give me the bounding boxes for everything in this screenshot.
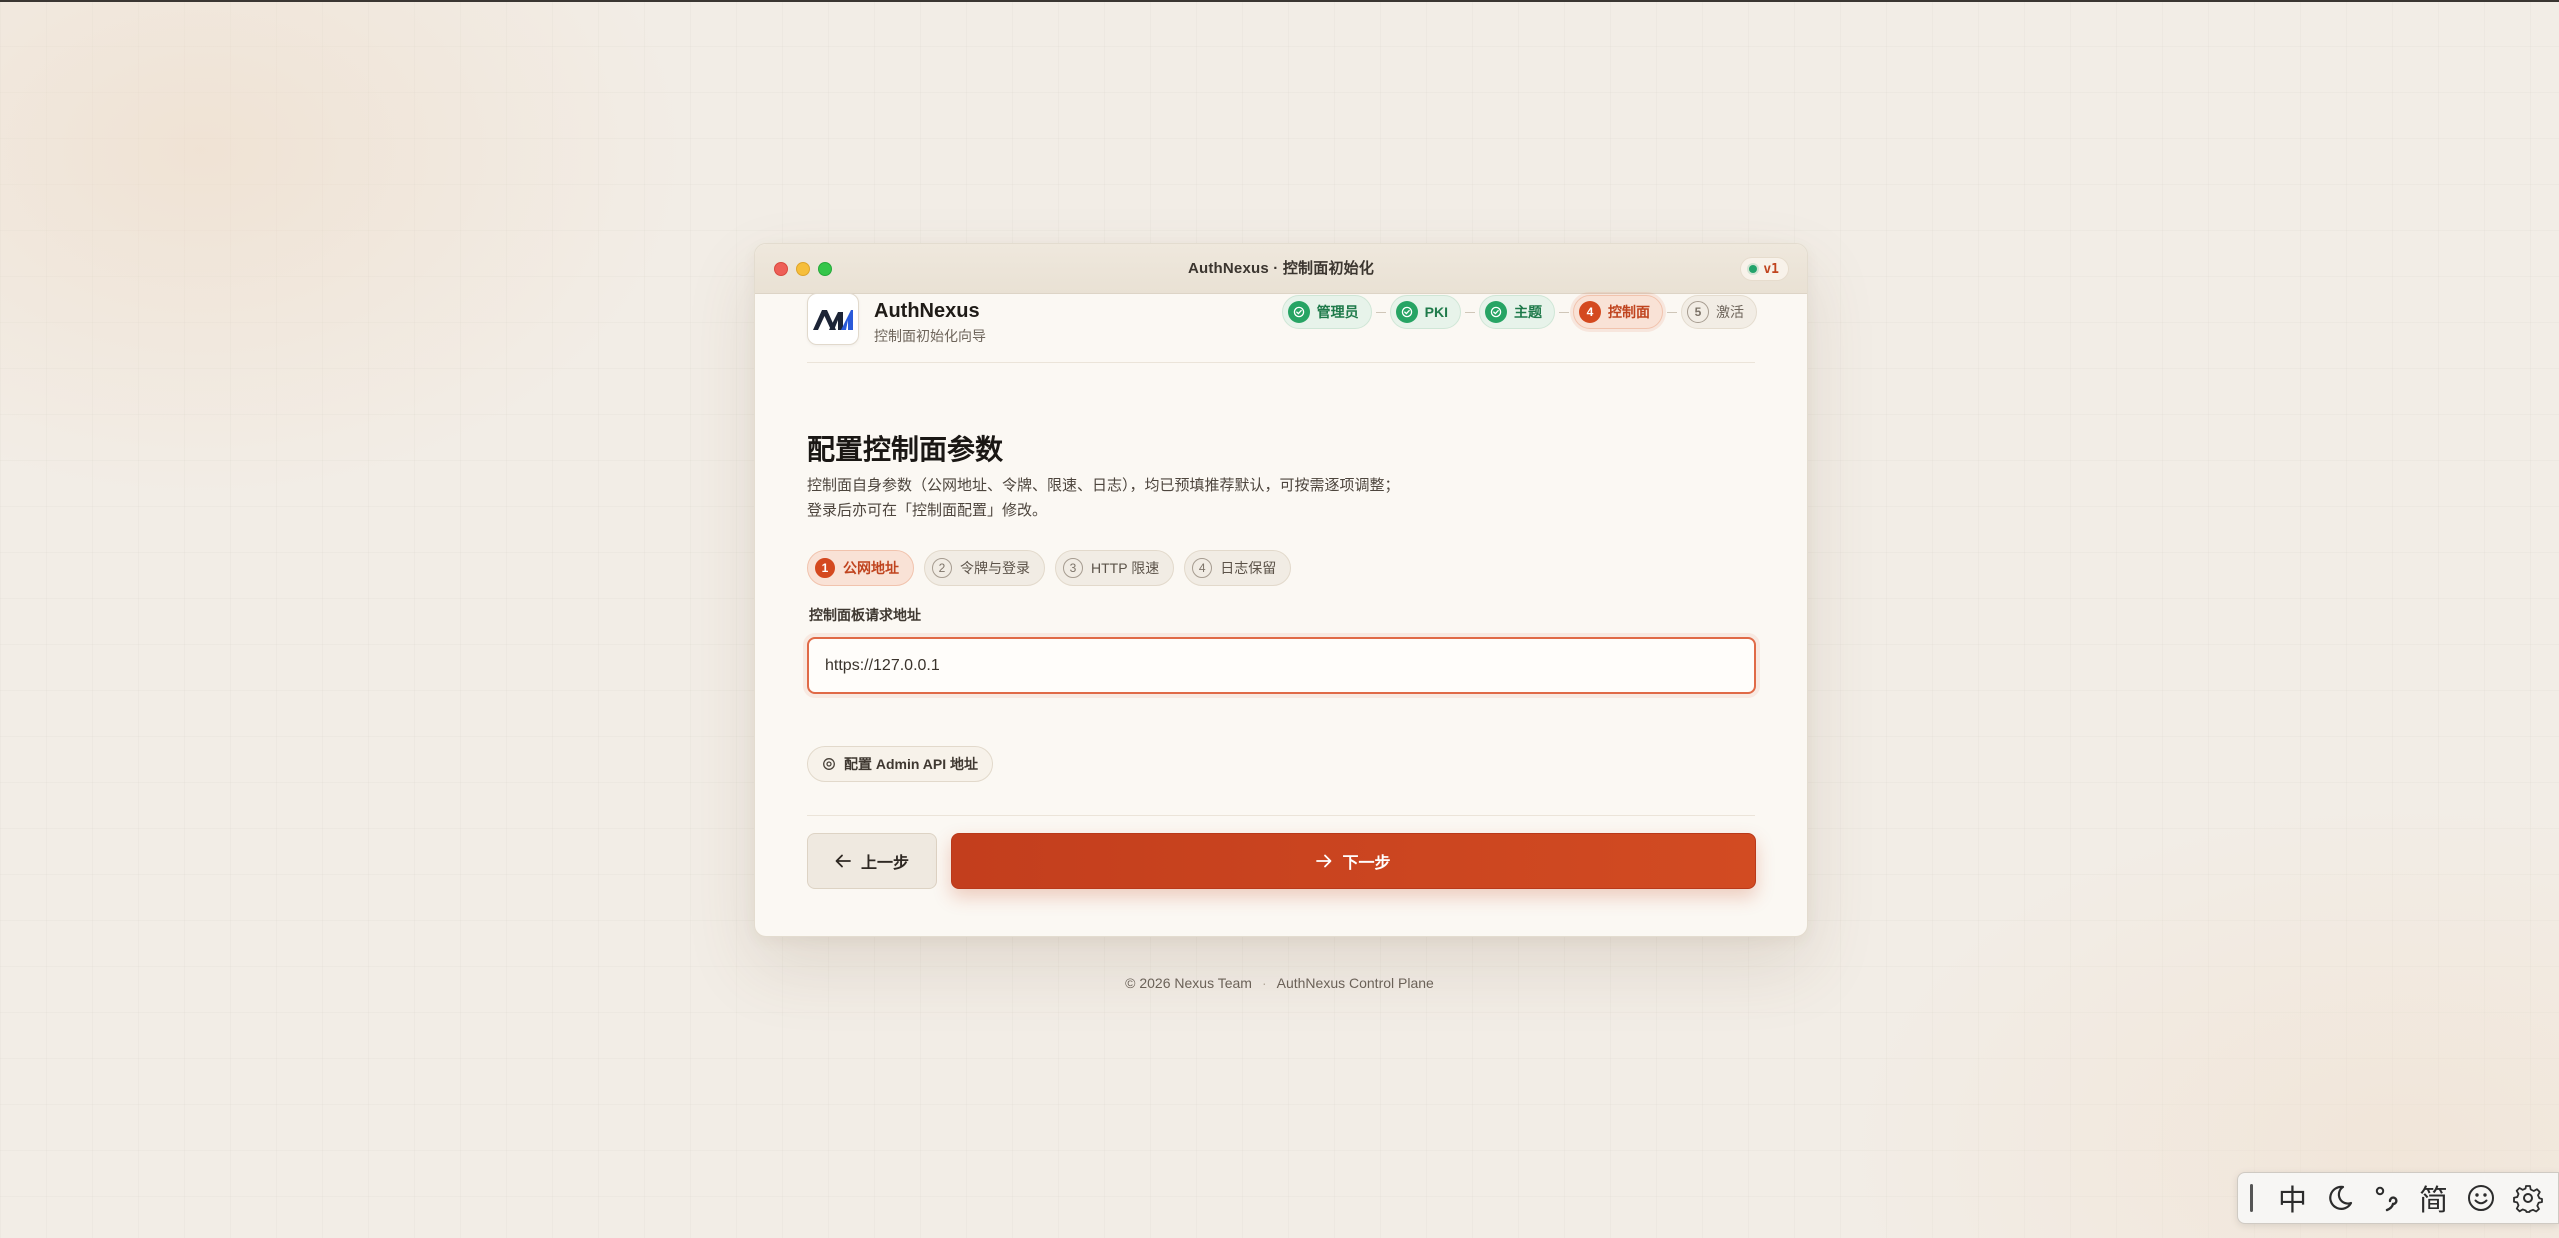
- description-line-1: 控制面自身参数（公网地址、令牌、限速、日志），均已预填推荐默认，可按需逐项调整；: [807, 477, 1400, 494]
- step-label: 激活: [1716, 304, 1744, 320]
- setup-window: AuthNexus · 控制面初始化 v1 AuthNexus 控制面初始化向导…: [754, 243, 1808, 937]
- version-label: v1: [1763, 261, 1779, 277]
- step-connector: [1375, 311, 1386, 313]
- subtab-log-retention[interactable]: 4 日志保留: [1184, 550, 1292, 586]
- step-control-plane[interactable]: 4 控制面: [1573, 295, 1663, 329]
- ime-script-toggle[interactable]: 简: [2410, 1176, 2457, 1220]
- step-connector: [1667, 311, 1677, 313]
- ime-drag-handle[interactable]: [2250, 1184, 2253, 1212]
- step-admin[interactable]: 管理员: [1281, 295, 1372, 329]
- description-line-2: 登录后亦可在「控制面配置」修改。: [807, 502, 1048, 519]
- arrow-right-icon: [1316, 854, 1332, 868]
- arrow-left-icon: [835, 854, 851, 868]
- next-step-button[interactable]: 下一步: [951, 833, 1756, 889]
- screen-top-edge: [0, 0, 2559, 2]
- request-url-input[interactable]: [807, 637, 1756, 694]
- authnexus-logo: [807, 293, 859, 345]
- ime-mode-toggle[interactable]: 中: [2269, 1176, 2316, 1220]
- setup-stepper: 管理员 PKI 主题 4 控制面 5 激活: [1281, 293, 1757, 331]
- page-footer: © 2026 Nexus Team · AuthNexus Control Plan…: [0, 975, 2559, 991]
- subtab-number: 2: [932, 558, 952, 578]
- subtab-number: 3: [1063, 558, 1083, 578]
- page-description: 控制面自身参数（公网地址、令牌、限速、日志），均已预填推荐默认，可按需逐项调整；…: [807, 473, 1400, 523]
- subtab-label: HTTP 限速: [1091, 560, 1160, 576]
- step-label: 主题: [1514, 304, 1542, 320]
- step-label: 控制面: [1608, 304, 1650, 320]
- subtab-http-rate-limit[interactable]: 3 HTTP 限速: [1055, 550, 1175, 586]
- check-icon: [1287, 301, 1310, 323]
- window-title: AuthNexus · 控制面初始化: [1187, 260, 1375, 277]
- previous-step-label: 上一步: [860, 855, 909, 872]
- logo-mark-icon: [813, 310, 853, 330]
- step-activate[interactable]: 5 激活: [1681, 295, 1757, 329]
- copyright-text: © 2026 Nexus Team: [1125, 975, 1252, 991]
- step-connector: [1465, 311, 1475, 313]
- step-label: PKI: [1424, 304, 1448, 320]
- subtab-token-login[interactable]: 2 令牌与登录: [924, 550, 1045, 586]
- brand-name: AuthNexus: [874, 300, 980, 322]
- step-connector: [1559, 311, 1569, 313]
- subtab-number: 1: [815, 558, 835, 578]
- page-title: 配置控制面参数: [807, 434, 1004, 465]
- settings-icon: [823, 758, 835, 770]
- step-label: 管理员: [1316, 304, 1359, 320]
- configure-admin-api-button[interactable]: 配置 Admin API 地址: [807, 746, 994, 782]
- subtab-label: 公网地址: [843, 560, 899, 576]
- step-theme[interactable]: 主题: [1479, 295, 1555, 329]
- window-titlebar: AuthNexus · 控制面初始化 v1: [755, 244, 1807, 294]
- status-dot-icon: [1749, 265, 1758, 273]
- subtab-label: 令牌与登录: [960, 560, 1030, 576]
- subtab-label: 日志保留: [1220, 560, 1277, 576]
- admin-api-label: 配置 Admin API 地址: [844, 756, 979, 772]
- ime-toolbar: 中 简: [2237, 1172, 2559, 1224]
- check-icon: [1395, 301, 1418, 323]
- step-pki[interactable]: PKI: [1389, 295, 1461, 329]
- step-number: 4: [1579, 301, 1601, 323]
- wizard-header: AuthNexus 控制面初始化向导 管理员 PKI 主题 4 控制面 5 激活: [807, 293, 1757, 363]
- request-url-label: 控制面板请求地址: [809, 607, 921, 623]
- moon-icon[interactable]: [2316, 1176, 2363, 1220]
- gear-icon[interactable]: [2504, 1176, 2551, 1220]
- smiley-icon[interactable]: [2457, 1176, 2504, 1220]
- punctuation-icon[interactable]: [2363, 1176, 2410, 1220]
- footer-separator: ·: [1261, 975, 1267, 991]
- next-step-label: 下一步: [1342, 855, 1391, 872]
- check-icon: [1485, 301, 1507, 323]
- subtab-public-address[interactable]: 1 公网地址: [807, 550, 914, 586]
- previous-step-button[interactable]: 上一步: [807, 833, 937, 889]
- config-subtabs: 1 公网地址 2 令牌与登录 3 HTTP 限速 4 日志保留: [807, 550, 1292, 586]
- version-badge: v1: [1740, 257, 1789, 281]
- subtab-number: 4: [1192, 558, 1213, 578]
- product-text: AuthNexus Control Plane: [1276, 975, 1434, 991]
- footer-divider: [807, 815, 1755, 816]
- step-number: 5: [1687, 301, 1709, 323]
- brand-subtitle: 控制面初始化向导: [874, 328, 986, 344]
